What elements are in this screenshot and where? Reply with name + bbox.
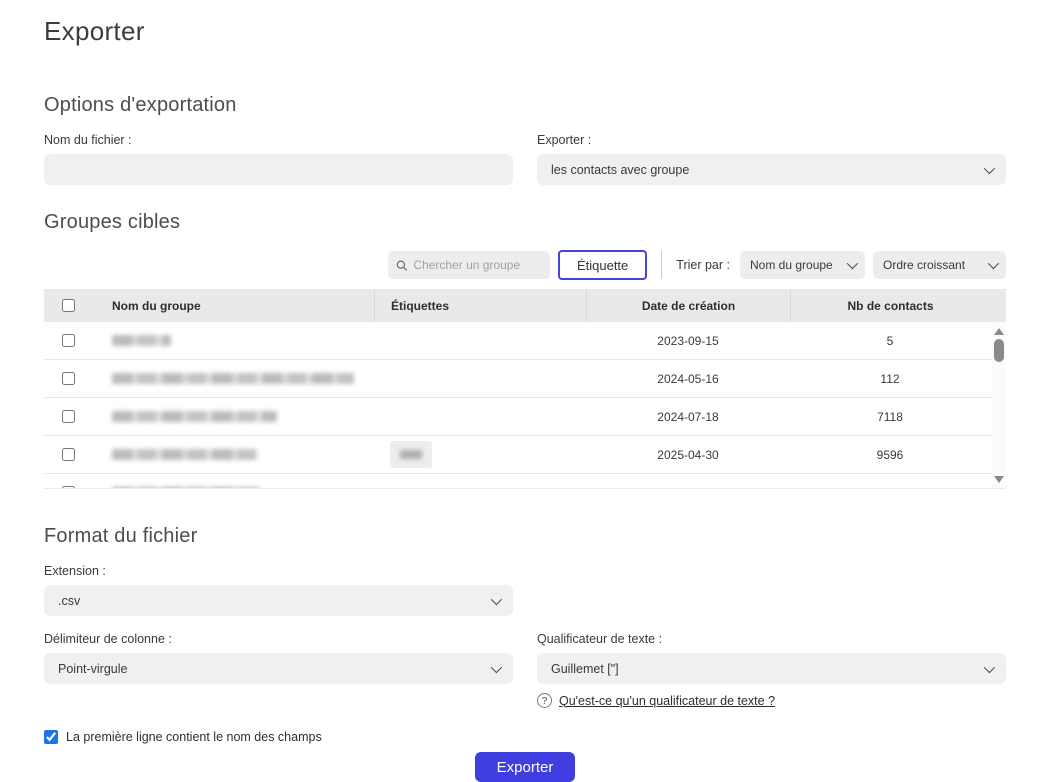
chevron-down-icon [491, 661, 502, 672]
group-date: 2024-07-18 [586, 410, 790, 424]
group-name-redacted [112, 373, 354, 384]
sort-order-select[interactable]: Ordre croissant [873, 251, 1006, 279]
export-type-select[interactable]: les contacts avec groupe [537, 154, 1006, 185]
group-date: 2025-04-30 [586, 448, 790, 462]
tag-filter-button[interactable]: Étiquette [558, 250, 647, 280]
toolbar-divider [661, 251, 662, 279]
group-name-redacted [112, 411, 277, 422]
export-type-label: Exporter : [537, 133, 1006, 147]
qualifier-selected-value: Guillemet ["] [551, 662, 619, 676]
group-name-redacted [112, 335, 171, 346]
groups-table-header: Nom du groupe Étiquettes Date de créatio… [44, 289, 1006, 322]
group-count: 84 [790, 486, 990, 490]
export-type-selected-value: les contacts avec groupe [551, 163, 689, 177]
column-header-name[interactable]: Nom du groupe [92, 289, 374, 322]
group-date: 2024-05-16 [586, 372, 790, 386]
format-section-heading: Format du fichier [44, 525, 1006, 548]
group-count: 5 [790, 334, 990, 348]
scroll-down-icon[interactable] [994, 476, 1004, 483]
help-icon: ? [537, 693, 552, 708]
first-line-option: La première ligne contient le nom des ch… [44, 730, 1006, 744]
export-submit-button[interactable]: Exporter [475, 752, 576, 782]
extension-select[interactable]: .csv [44, 585, 513, 616]
row-checkbox[interactable] [62, 410, 75, 423]
table-row[interactable]: 2024-07-18 7118 [44, 398, 1006, 436]
chevron-down-icon [988, 258, 999, 269]
group-count: 7118 [790, 410, 990, 424]
group-search-input[interactable] [413, 258, 542, 272]
groups-table-body: 2023-09-15 5 2024-05-16 112 2024-07-18 7 [44, 322, 1006, 489]
filename-label: Nom du fichier : [44, 133, 513, 147]
extension-label: Extension : [44, 564, 513, 578]
first-line-checkbox-label: La première ligne contient le nom des ch… [66, 730, 322, 744]
groups-section-heading: Groupes cibles [44, 211, 1006, 234]
row-checkbox[interactable] [62, 334, 75, 347]
row-checkbox[interactable] [62, 486, 75, 489]
group-name-redacted [112, 449, 257, 460]
row-checkbox[interactable] [62, 372, 75, 385]
sort-order-selected-value: Ordre croissant [883, 258, 965, 272]
column-header-date[interactable]: Date de création [586, 289, 790, 322]
scrollbar-thumb[interactable] [994, 339, 1004, 362]
chevron-down-icon [984, 661, 995, 672]
table-row[interactable]: 2023-09-15 5 [44, 322, 1006, 360]
qualifier-help-link[interactable]: Qu'est-ce qu'un qualificateur de texte ? [559, 694, 775, 708]
chevron-down-icon [491, 593, 502, 604]
groups-toolbar: Étiquette Trier par : Nom du groupe Ordr… [44, 250, 1006, 280]
delimiter-label: Délimiteur de colonne : [44, 632, 513, 646]
table-row[interactable]: 2025-04-30 9596 [44, 436, 1006, 474]
sort-field-select[interactable]: Nom du groupe [740, 251, 865, 279]
group-date: 2023-09-15 [586, 334, 790, 348]
row-checkbox[interactable] [62, 448, 75, 461]
group-tag-redacted [390, 441, 432, 468]
table-row[interactable]: 2024-12-19 84 [44, 474, 1006, 489]
group-date: 2024-12-19 [586, 486, 790, 490]
column-header-count[interactable]: Nb de contacts [790, 289, 990, 322]
filename-input[interactable] [44, 154, 513, 185]
table-row[interactable]: 2024-05-16 112 [44, 360, 1006, 398]
search-icon [396, 259, 407, 272]
delimiter-select[interactable]: Point-virgule [44, 653, 513, 684]
extension-selected-value: .csv [58, 594, 80, 608]
group-search-box[interactable] [388, 251, 550, 279]
scroll-up-icon[interactable] [994, 328, 1004, 335]
table-scrollbar[interactable] [992, 322, 1006, 489]
chevron-down-icon [984, 162, 995, 173]
page-title: Exporter [44, 16, 1006, 47]
qualifier-select[interactable]: Guillemet ["] [537, 653, 1006, 684]
select-all-checkbox[interactable] [62, 299, 75, 312]
options-section-heading: Options d'exportation [44, 94, 1006, 117]
group-name-redacted [112, 487, 261, 489]
first-line-checkbox[interactable] [44, 730, 58, 744]
group-count: 9596 [790, 448, 990, 462]
sort-field-selected-value: Nom du groupe [750, 258, 833, 272]
sort-by-label: Trier par : [676, 258, 730, 272]
qualifier-label: Qualificateur de texte : [537, 632, 1006, 646]
column-header-tags[interactable]: Étiquettes [374, 289, 586, 322]
delimiter-selected-value: Point-virgule [58, 662, 127, 676]
groups-table: Nom du groupe Étiquettes Date de créatio… [44, 289, 1006, 489]
group-count: 112 [790, 372, 990, 386]
export-page: Exporter Options d'exportation Nom du fi… [0, 0, 1060, 782]
chevron-down-icon [847, 258, 858, 269]
